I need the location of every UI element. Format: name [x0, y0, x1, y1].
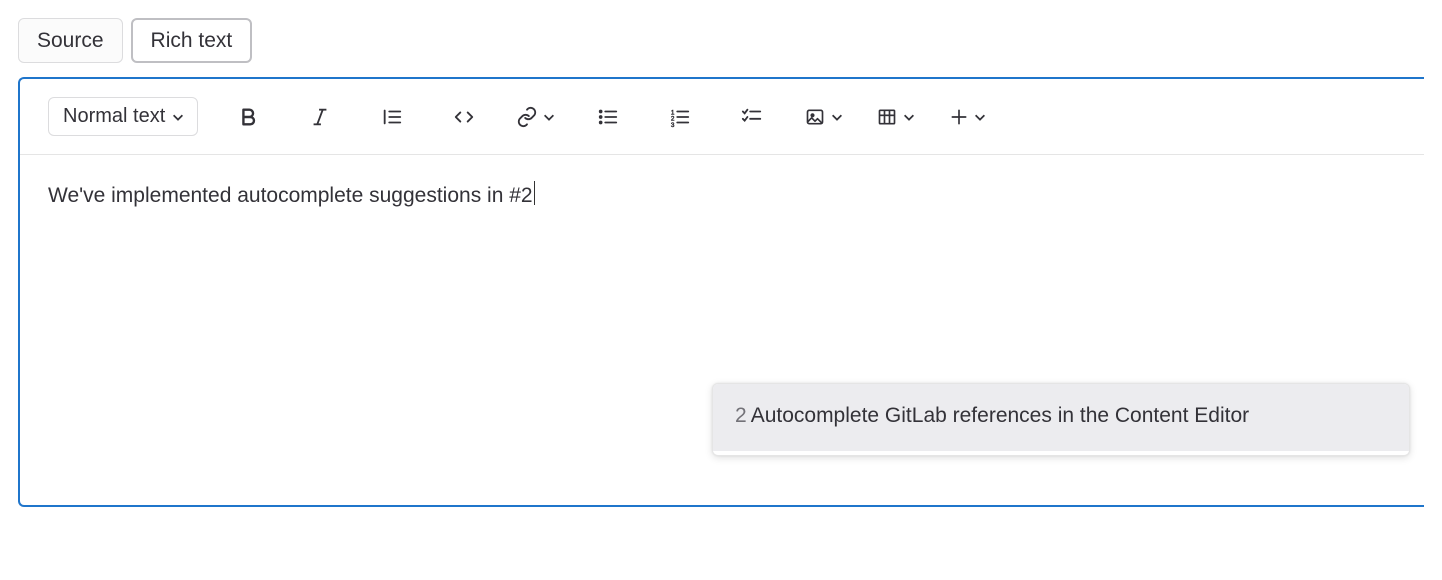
image-icon: [804, 107, 826, 127]
italic-button[interactable]: [298, 99, 342, 135]
more-dropdown[interactable]: [946, 99, 990, 135]
chevron-down-icon: [973, 110, 987, 124]
tab-source[interactable]: Source: [18, 18, 123, 63]
autocomplete-item-id: 2: [735, 404, 747, 427]
tab-richtext[interactable]: Rich text: [131, 18, 253, 63]
bold-icon: [237, 106, 259, 128]
link-icon: [516, 106, 538, 128]
autocomplete-popover: 2Autocomplete GitLab references in the C…: [712, 383, 1410, 456]
text-cursor: [534, 181, 535, 205]
code-icon: [452, 106, 476, 128]
numbered-list-icon: 123: [668, 106, 692, 128]
checklist-icon: [740, 106, 764, 128]
link-dropdown[interactable]: [514, 99, 558, 135]
image-dropdown[interactable]: [802, 99, 846, 135]
heading-dropdown-label: Normal text: [63, 105, 165, 128]
content-text: We've implemented autocomplete suggestio…: [48, 181, 533, 210]
heading-dropdown[interactable]: Normal text: [48, 97, 198, 136]
task-list-button[interactable]: [730, 99, 774, 135]
editor-toolbar: Normal text 123: [20, 97, 1424, 155]
autocomplete-item-title: Autocomplete GitLab references in the Co…: [751, 404, 1249, 427]
chevron-down-icon: [902, 110, 916, 124]
editor-content[interactable]: We've implemented autocomplete suggestio…: [20, 181, 1424, 210]
svg-text:3: 3: [671, 122, 675, 128]
editor-frame: Normal text 123: [18, 77, 1424, 507]
code-button[interactable]: [442, 99, 486, 135]
chevron-down-icon: [542, 110, 556, 124]
table-icon: [876, 107, 898, 127]
chevron-down-icon: [171, 110, 185, 124]
bullet-list-icon: [596, 106, 620, 128]
editor-mode-tabs: Source Rich text: [18, 18, 1424, 63]
autocomplete-item[interactable]: 2Autocomplete GitLab references in the C…: [713, 384, 1409, 455]
table-dropdown[interactable]: [874, 99, 918, 135]
bold-button[interactable]: [226, 99, 270, 135]
chevron-down-icon: [830, 110, 844, 124]
unordered-list-button[interactable]: [586, 99, 630, 135]
ordered-list-button[interactable]: 123: [658, 99, 702, 135]
plus-icon: [949, 107, 969, 127]
blockquote-button[interactable]: [370, 99, 414, 135]
blockquote-icon: [380, 106, 404, 128]
italic-icon: [309, 106, 331, 128]
